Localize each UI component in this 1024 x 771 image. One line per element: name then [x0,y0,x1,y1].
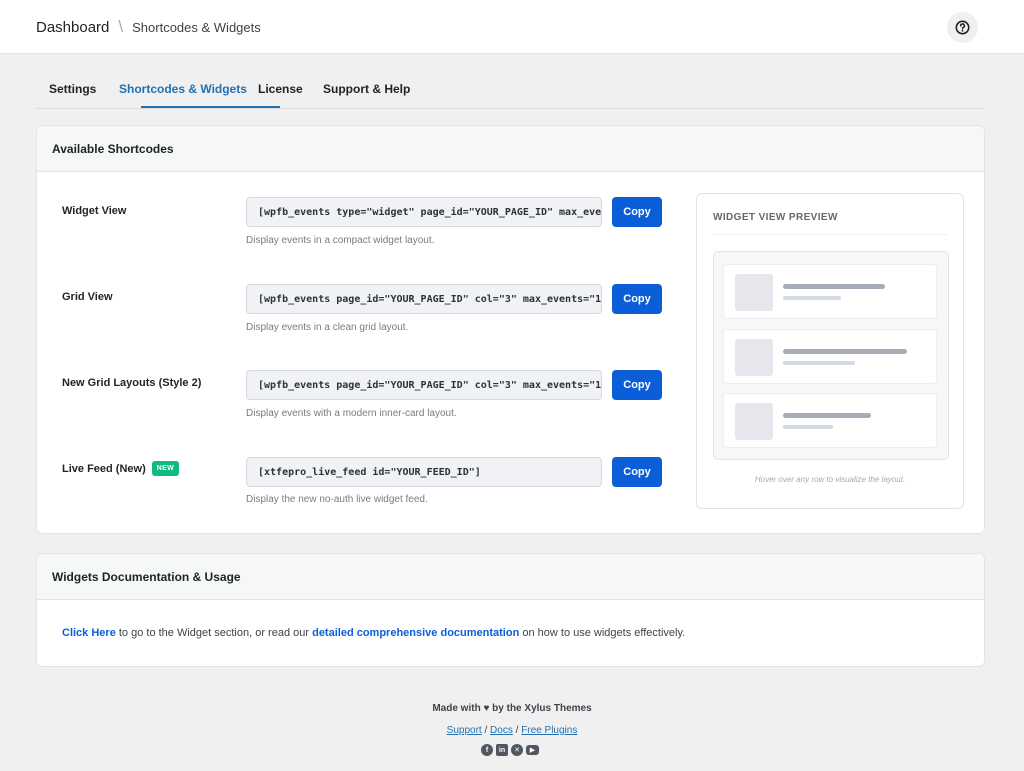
preview-item [723,329,937,384]
documentation-card-title: Widgets Documentation & Usage [37,554,984,600]
breadcrumb-dashboard-link[interactable]: Dashboard [36,19,109,36]
preview-thumbnail [735,274,773,311]
shortcode-label: Widget View [62,205,127,217]
tab-license[interactable]: License [258,82,303,96]
documentation-card: Widgets Documentation & Usage Click Here… [36,553,985,667]
shortcode-description: Display events in a clean grid layout. [246,322,409,333]
help-button[interactable] [947,12,978,43]
shortcodes-card: Available Shortcodes Widget View [wpfb_e… [36,125,985,534]
widget-preview-panel: WIDGET VIEW PREVIEW Hover over any row t… [696,193,964,509]
tab-support-help[interactable]: Support & Help [323,82,410,96]
documentation-text: Click Here to go to the Widget section, … [62,627,686,639]
footer-docs-link[interactable]: Docs [490,725,513,736]
linkedin-icon[interactable]: in [496,744,508,756]
facebook-icon[interactable]: f [481,744,493,756]
footer-support-link[interactable]: Support [447,725,482,736]
preview-item [723,393,937,448]
youtube-icon[interactable]: ▶ [526,745,539,755]
top-bar: Dashboard \ Shortcodes & Widgets [0,0,1024,54]
breadcrumb-current: Shortcodes & Widgets [132,19,261,35]
shortcode-description: Display events in a compact widget layou… [246,235,435,246]
question-circle-icon [955,20,970,35]
preview-meta-bar [783,296,841,300]
active-tab-indicator [141,106,280,108]
preview-title-bar [783,413,871,418]
breadcrumb: Dashboard \ Shortcodes & Widgets [36,17,261,37]
copy-button-live-feed[interactable]: Copy [612,457,662,487]
shortcodes-card-title: Available Shortcodes [37,126,984,172]
copy-button-grid-view[interactable]: Copy [612,284,662,314]
tab-shortcodes-widgets[interactable]: Shortcodes & Widgets [119,82,247,96]
shortcode-field-grid-view[interactable]: [wpfb_events page_id="YOUR_PAGE_ID" col=… [246,284,602,314]
shortcode-description: Display events with a modern inner-card … [246,408,457,419]
preview-title: WIDGET VIEW PREVIEW [713,212,838,223]
shortcode-field-live-feed[interactable]: [xtfepro_live_feed id="YOUR_FEED_ID"] [246,457,602,487]
shortcode-label: Grid View [62,291,113,303]
footer-social-icons: f in ✕ ▶ [481,744,539,756]
tab-settings[interactable]: Settings [49,82,96,96]
breadcrumb-separator: \ [118,17,124,36]
tab-bar: Settings Shortcodes & Widgets License Su… [36,70,985,109]
shortcode-label: New Grid Layouts (Style 2) [62,377,202,389]
preview-meta-bar [783,361,855,365]
footer-free-plugins-link[interactable]: Free Plugins [521,725,577,736]
preview-item [723,264,937,319]
shortcode-description: Display the new no-auth live widget feed… [246,494,428,505]
footer-links: Support / Docs / Free Plugins [446,725,578,736]
footer-credit: Made with ♥ by the Xylus Themes [432,703,592,714]
shortcode-label: Live Feed (New) NEW [62,461,179,476]
preview-meta-bar [783,425,833,429]
x-icon[interactable]: ✕ [511,744,523,756]
preview-divider [713,234,947,235]
click-here-link[interactable]: Click Here [62,627,116,639]
preview-title-bar [783,284,885,289]
preview-widget-mock [713,251,949,460]
copy-button-widget-view[interactable]: Copy [612,197,662,227]
preview-thumbnail [735,339,773,376]
preview-thumbnail [735,403,773,440]
copy-button-grid-style2[interactable]: Copy [612,370,662,400]
shortcode-field-grid-style2[interactable]: [wpfb_events page_id="YOUR_PAGE_ID" col=… [246,370,602,400]
documentation-link[interactable]: detailed comprehensive documentation [312,627,519,639]
shortcode-field-widget-view[interactable]: [wpfb_events type="widget" page_id="YOUR… [246,197,602,227]
preview-title-bar [783,349,907,354]
new-badge: NEW [151,461,179,476]
preview-hint: Hover over any row to visualize the layo… [754,475,906,484]
